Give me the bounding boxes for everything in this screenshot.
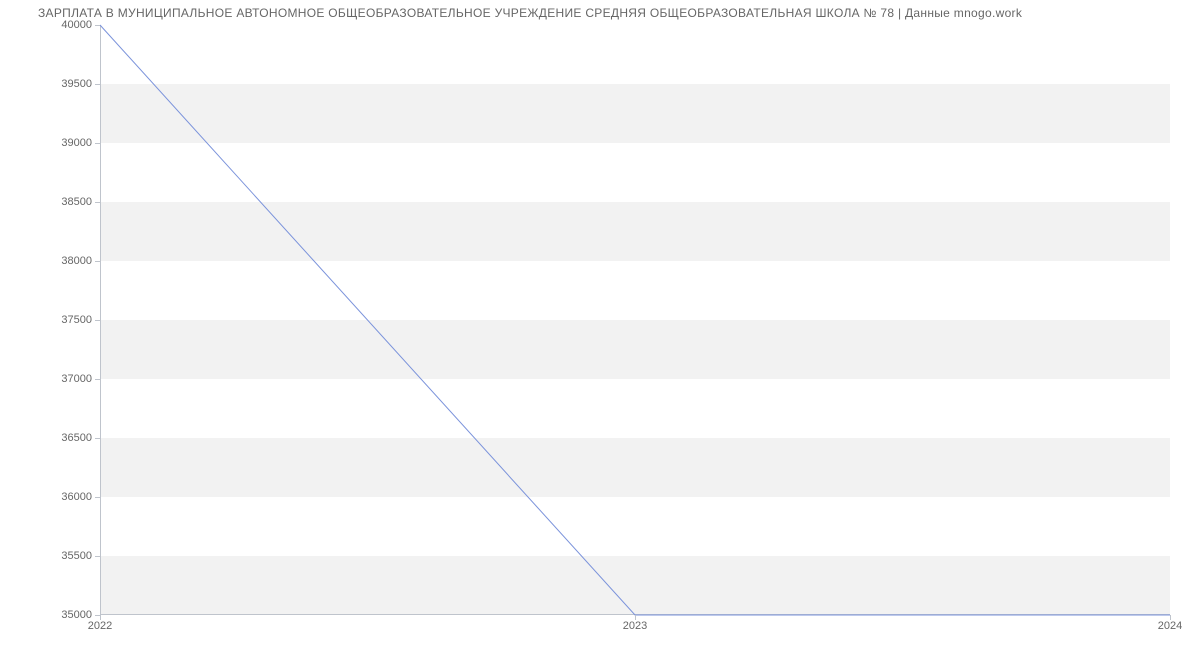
y-tick-mark (95, 25, 100, 26)
y-tick-mark (95, 556, 100, 557)
chart-line (100, 25, 1170, 615)
y-tick-label: 38500 (61, 196, 92, 208)
y-tick-label: 36000 (61, 491, 92, 503)
y-tick-mark (95, 379, 100, 380)
y-tick-label: 35500 (61, 550, 92, 562)
y-tick-mark (95, 261, 100, 262)
x-tick-label: 2023 (623, 620, 647, 632)
y-tick-mark (95, 202, 100, 203)
y-tick-label: 37000 (61, 373, 92, 385)
y-tick-label: 37500 (61, 314, 92, 326)
y-tick-label: 39000 (61, 137, 92, 149)
x-tick-label: 2022 (88, 620, 112, 632)
y-tick-label: 40000 (61, 19, 92, 31)
x-tick-label: 2024 (1158, 620, 1182, 632)
y-tick-mark (95, 143, 100, 144)
y-tick-mark (95, 497, 100, 498)
y-tick-mark (95, 320, 100, 321)
y-tick-mark (95, 84, 100, 85)
y-tick-label: 36500 (61, 432, 92, 444)
chart-title: ЗАРПЛАТА В МУНИЦИПАЛЬНОЕ АВТОНОМНОЕ ОБЩЕ… (38, 6, 1022, 20)
plot-area (100, 25, 1170, 615)
y-tick-label: 38000 (61, 255, 92, 267)
y-tick-mark (95, 438, 100, 439)
y-tick-label: 39500 (61, 78, 92, 90)
